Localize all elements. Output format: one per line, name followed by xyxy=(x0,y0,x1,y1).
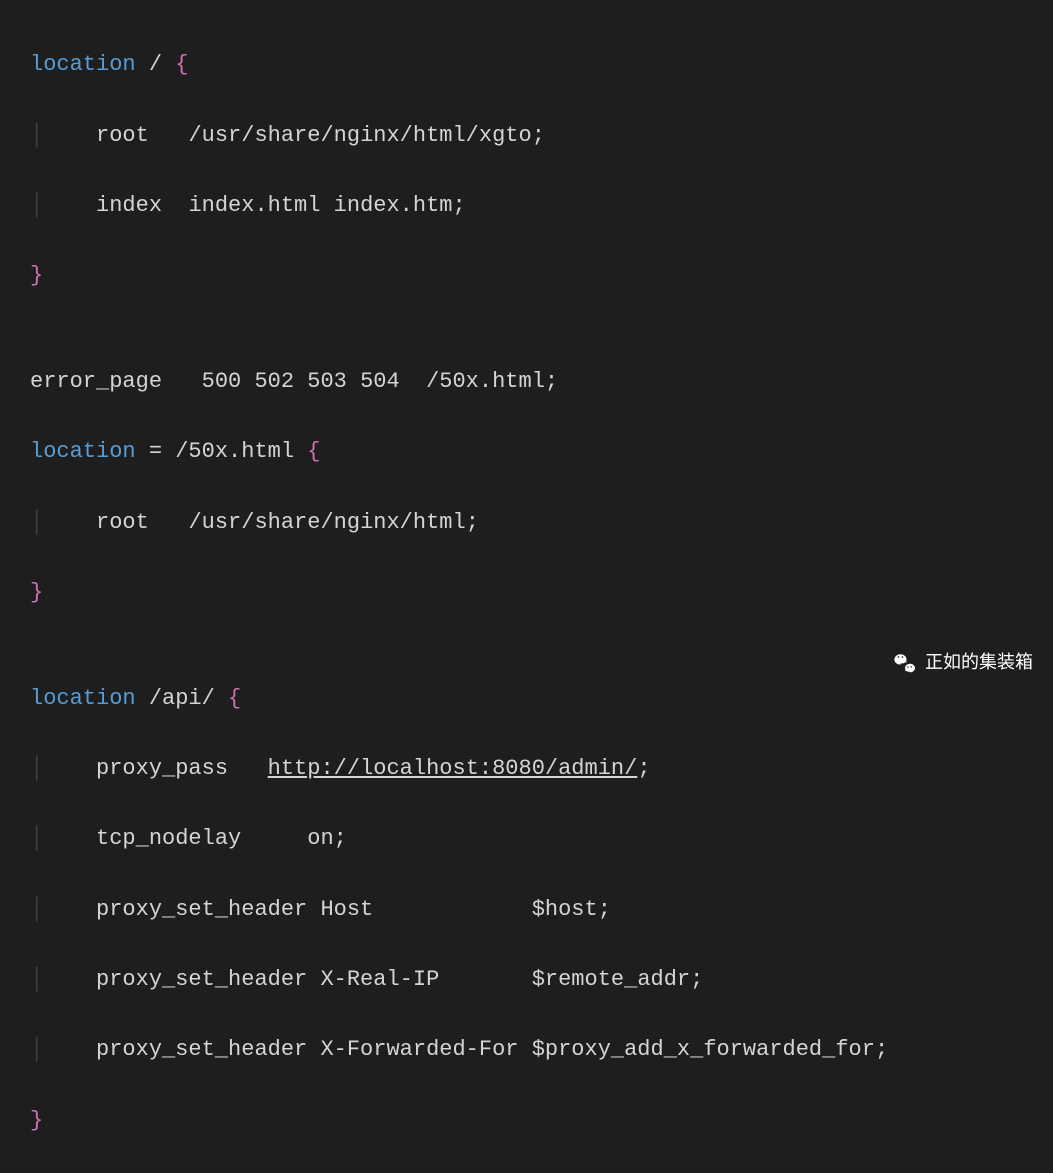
directive-index: index xyxy=(96,193,162,218)
code-block: location / { │ root /usr/share/nginx/htm… xyxy=(30,12,1053,1173)
indent xyxy=(43,756,96,781)
code-line-12: │ proxy_pass http://localhost:8080/admin… xyxy=(30,751,1053,786)
value: /usr/share/nginx/html/xgto xyxy=(188,123,531,148)
open-brace: { xyxy=(175,52,188,77)
semicolon: ; xyxy=(690,967,703,992)
code-line-13: │ tcp_nodelay on; xyxy=(30,821,1053,856)
open-brace: { xyxy=(228,686,241,711)
code-line-7: location = /50x.html { xyxy=(30,434,1053,469)
path: /50x.html xyxy=(175,439,307,464)
code-line-1: location / { xyxy=(30,47,1053,82)
value: $proxy_add_x_forwarded_for xyxy=(532,1037,875,1062)
semicolon: ; xyxy=(466,510,479,535)
indent xyxy=(43,897,96,922)
value: $remote_addr xyxy=(532,967,690,992)
code-line-4: } xyxy=(30,258,1053,293)
directive-proxy-set-header: proxy_set_header Host xyxy=(96,897,373,922)
code-line-14: │ proxy_set_header Host $host; xyxy=(30,892,1053,927)
path: / xyxy=(136,52,176,77)
keyword-location: location xyxy=(30,439,136,464)
code-line-3: │ index index.html index.htm; xyxy=(30,188,1053,223)
code-line-2: │ root /usr/share/nginx/html/xgto; xyxy=(30,118,1053,153)
code-line-16: │ proxy_set_header X-Forwarded-For $prox… xyxy=(30,1032,1053,1067)
directive-proxy-set-header: proxy_set_header X-Forwarded-For xyxy=(96,1037,532,1062)
semicolon: ; xyxy=(334,826,347,851)
indent xyxy=(43,123,96,148)
indent xyxy=(43,1037,96,1062)
directive-error-page: error_page xyxy=(30,369,162,394)
semicolon: ; xyxy=(598,897,611,922)
spacing xyxy=(228,756,268,781)
watermark-text: 正如的集装箱 xyxy=(925,648,1033,677)
path: /api/ xyxy=(136,686,228,711)
spacing xyxy=(439,967,531,992)
directive-tcp-nodelay: tcp_nodelay xyxy=(96,826,241,851)
indent xyxy=(43,510,96,535)
code-line-9: } xyxy=(30,575,1053,610)
spacing xyxy=(241,826,307,851)
spacing xyxy=(162,369,202,394)
semicolon: ; xyxy=(545,369,558,394)
wechat-icon xyxy=(891,649,919,677)
value: $host xyxy=(532,897,598,922)
code-line-6: error_page 500 502 503 504 /50x.html; xyxy=(30,364,1053,399)
semicolon: ; xyxy=(637,756,650,781)
directive-root: root xyxy=(96,123,149,148)
indent xyxy=(43,967,96,992)
spacing xyxy=(149,510,189,535)
directive-root: root xyxy=(96,510,149,535)
code-line-11: location /api/ { xyxy=(30,681,1053,716)
semicolon: ; xyxy=(452,193,465,218)
value: /usr/share/nginx/html xyxy=(188,510,465,535)
close-brace: } xyxy=(30,1108,43,1133)
spacing xyxy=(162,193,188,218)
value: 500 502 503 504 /50x.html xyxy=(202,369,545,394)
indent xyxy=(43,826,96,851)
semicolon: ; xyxy=(875,1037,888,1062)
semicolon: ; xyxy=(532,123,545,148)
code-line-8: │ root /usr/share/nginx/html; xyxy=(30,505,1053,540)
keyword-location: location xyxy=(30,686,136,711)
spacing xyxy=(373,897,531,922)
watermark: 正如的集装箱 xyxy=(891,648,1033,677)
open-brace: { xyxy=(307,439,320,464)
close-brace: } xyxy=(30,580,43,605)
spacing xyxy=(149,123,189,148)
value: index.html index.htm xyxy=(188,193,452,218)
value-url: http://localhost:8080/admin/ xyxy=(268,756,638,781)
indent xyxy=(43,193,96,218)
equals: = xyxy=(136,439,176,464)
code-line-15: │ proxy_set_header X-Real-IP $remote_add… xyxy=(30,962,1053,997)
directive-proxy-pass: proxy_pass xyxy=(96,756,228,781)
keyword-location: location xyxy=(30,52,136,77)
close-brace: } xyxy=(30,263,43,288)
value: on xyxy=(307,826,333,851)
directive-proxy-set-header: proxy_set_header X-Real-IP xyxy=(96,967,439,992)
code-line-17: } xyxy=(30,1103,1053,1138)
